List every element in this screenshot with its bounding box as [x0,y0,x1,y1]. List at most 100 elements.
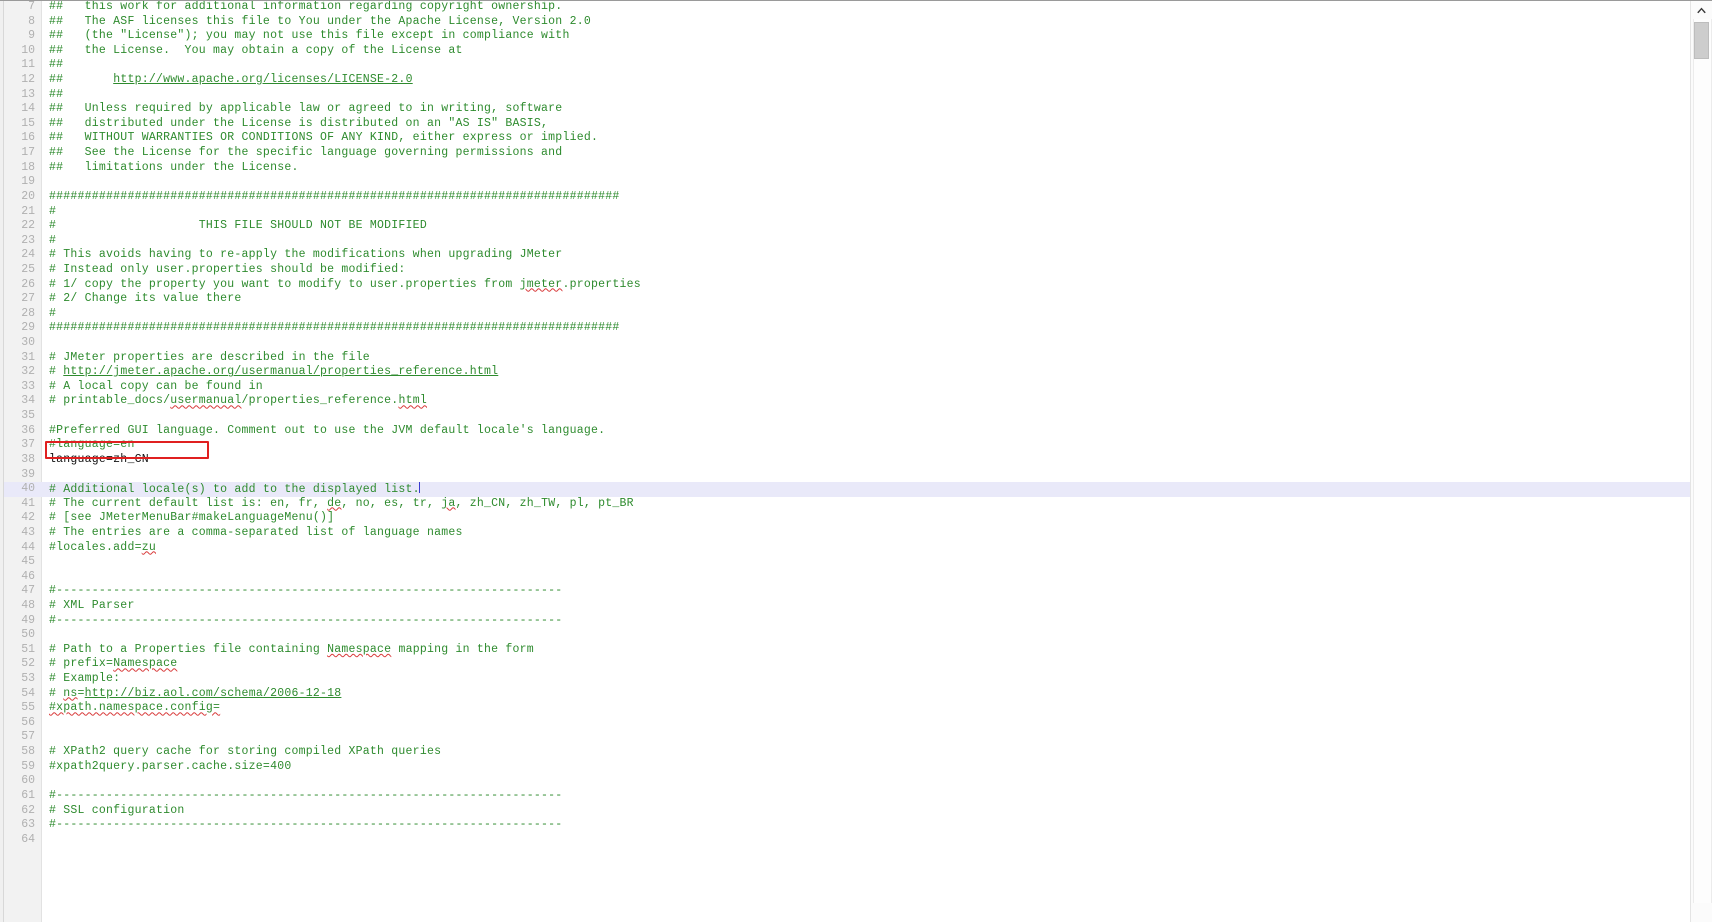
code-line[interactable]: 29 ######################################… [4,321,1712,336]
code-line[interactable]: 63 #-------------------------------------… [4,818,1712,833]
code-line[interactable]: 44 #locales.add=zu [4,541,1712,556]
code-line[interactable]: 28 # [4,307,1712,322]
code-line[interactable]: 39 [4,468,1712,483]
code-line[interactable]: 7 ## this work for additional information… [4,0,1712,15]
code-line[interactable]: 58 # XPath2 query cache for storing compi… [4,745,1712,760]
text-token: # SSL configuration [49,803,185,817]
code-line[interactable]: 62 # SSL configuration [4,804,1712,819]
code-line[interactable]: 33 # A local copy can be found in [4,380,1712,395]
code-line[interactable]: 38 language=zh_CN [4,453,1712,468]
line-text: # 1/ copy the property you want to modif… [49,278,641,293]
code-line[interactable]: 51 # Path to a Properties file containing… [4,643,1712,658]
code-line[interactable]: 37 #language=en [4,438,1712,453]
code-line[interactable]: 16 ## WITHOUT WARRANTIES OR CONDITIONS OF… [4,131,1712,146]
line-text: language=zh_CN [49,453,149,468]
code-line[interactable]: 46 [4,570,1712,585]
line-text: # [49,307,56,322]
text-token: ## limitations under the License. [49,160,299,174]
code-line[interactable]: 30 [4,336,1712,351]
line-number: 46 [21,569,35,583]
line-text: #Preferred GUI language. Comment out to … [49,424,605,439]
code-line[interactable]: 52 # prefix=Namespace [4,657,1712,672]
text-token: #---------------------------------------… [49,584,563,598]
code-line[interactable]: 55 #xpath.namespace.config= [4,701,1712,716]
code-line[interactable]: 64 [4,833,1712,848]
scrollbar-thumb[interactable] [1694,22,1709,59]
url-token[interactable]: http://www.apache.org/licenses/LICENSE-2… [113,73,413,86]
text-token: ns [63,686,78,700]
code-line[interactable]: 10 ## the License. You may obtain a copy … [4,44,1712,59]
code-line[interactable]: 49 #-------------------------------------… [4,614,1712,629]
url-token[interactable]: http://biz.aol.com/schema/2006-12-18 [85,687,342,700]
code-line[interactable]: 56 [4,716,1712,731]
code-line[interactable]: 31 # JMeter properties are described in t… [4,351,1712,366]
code-line[interactable]: 40 # Additional locale(s) to add to the d… [4,482,1712,497]
url-token[interactable]: http://jmeter.apache.org/usermanual/prop… [63,365,498,378]
line-text: #xpath2query.parser.cache.size=400 [49,760,291,775]
line-text: # This avoids having to re-apply the mod… [49,248,562,263]
code-line[interactable]: 8 ## The ASF licenses this file to You un… [4,15,1712,30]
text-token: #xpath.namespace.config= [49,701,221,715]
line-number: 11 [21,58,35,72]
code-line[interactable]: 57 [4,730,1712,745]
code-line[interactable]: 20 ######################################… [4,190,1712,205]
code-line[interactable]: 18 ## limitations under the License. [4,161,1712,176]
text-token: # Example: [49,672,121,686]
text-token: ########################################… [49,189,620,203]
line-number: 50 [21,628,35,642]
code-line[interactable]: 34 # printable_docs/usermanual/properties… [4,394,1712,409]
code-line[interactable]: 60 [4,774,1712,789]
code-line[interactable]: 13 ## [4,88,1712,103]
code-line[interactable]: 26 # 1/ copy the property you want to mod… [4,278,1712,293]
code-line[interactable]: 19 [4,175,1712,190]
scrollbar-track[interactable] [1693,19,1712,903]
line-text: #xpath.namespace.config= [49,701,220,716]
scroll-up-arrow-icon[interactable] [1691,0,1712,19]
code-line[interactable]: 35 [4,409,1712,424]
code-line[interactable]: 50 [4,628,1712,643]
code-line[interactable]: 41 # The current default list is: en, fr,… [4,497,1712,512]
code-line[interactable]: 61 #-------------------------------------… [4,789,1712,804]
code-line[interactable]: 32 # http://jmeter.apache.org/usermanual/… [4,365,1712,380]
text-token: # [49,233,57,247]
code-line[interactable]: 27 # 2/ Change its value there [4,292,1712,307]
line-number: 43 [21,525,35,539]
code-line[interactable]: 54 # ns=http://biz.aol.com/schema/2006-12… [4,687,1712,702]
code-line[interactable]: 59 #xpath2query.parser.cache.size=400 [4,760,1712,775]
line-text: # Path to a Properties file containing N… [49,643,534,658]
code-line[interactable]: 53 # Example: [4,672,1712,687]
line-text: # XML Parser [49,599,135,614]
code-line[interactable]: 23 # [4,234,1712,249]
code-line[interactable]: 12 ## http://www.apache.org/licenses/LICE… [4,73,1712,88]
code-line[interactable]: 45 [4,555,1712,570]
code-line[interactable]: 24 # This avoids having to re-apply the m… [4,248,1712,263]
code-line[interactable]: 22 # THIS FILE SHOULD NOT BE MODIFIED [4,219,1712,234]
line-number: 39 [21,467,35,481]
line-text: ## (the "License"); you may not use this… [49,29,570,44]
code-line[interactable]: 9 ## (the "License"); you may not use thi… [4,29,1712,44]
code-line[interactable]: 15 ## distributed under the License is di… [4,117,1712,132]
code-text-area[interactable]: 7 ## this work for additional information… [4,0,1712,922]
line-number: 47 [21,584,35,598]
code-line[interactable]: 48 # XML Parser [4,599,1712,614]
text-token: # [49,306,57,320]
line-number: 29 [21,321,35,335]
code-line[interactable]: 42 # [see JMeterMenuBar#makeLanguageMenu(… [4,511,1712,526]
line-number: 58 [21,745,35,759]
code-line[interactable]: 14 ## Unless required by applicable law o… [4,102,1712,117]
text-token: # This avoids having to re-apply the mod… [49,248,563,262]
code-line[interactable]: 17 ## See the License for the specific la… [4,146,1712,161]
line-text: ## WITHOUT WARRANTIES OR CONDITIONS OF A… [49,131,598,146]
code-line[interactable]: 43 # The entries are a comma-separated li… [4,526,1712,541]
line-text: # THIS FILE SHOULD NOT BE MODIFIED [49,219,427,234]
text-token: #---------------------------------------… [49,818,563,832]
code-line[interactable]: 25 # Instead only user.properties should … [4,263,1712,278]
code-line[interactable]: 36 #Preferred GUI language. Comment out t… [4,424,1712,439]
code-line[interactable]: 21 # [4,205,1712,220]
line-text: #---------------------------------------… [49,789,562,804]
code-line[interactable]: 11 ## [4,58,1712,73]
line-text: ########################################… [49,190,620,205]
vertical-scrollbar[interactable] [1690,0,1712,922]
code-line[interactable]: 47 #-------------------------------------… [4,584,1712,599]
text-token: # JMeter properties are described in the… [49,350,370,364]
